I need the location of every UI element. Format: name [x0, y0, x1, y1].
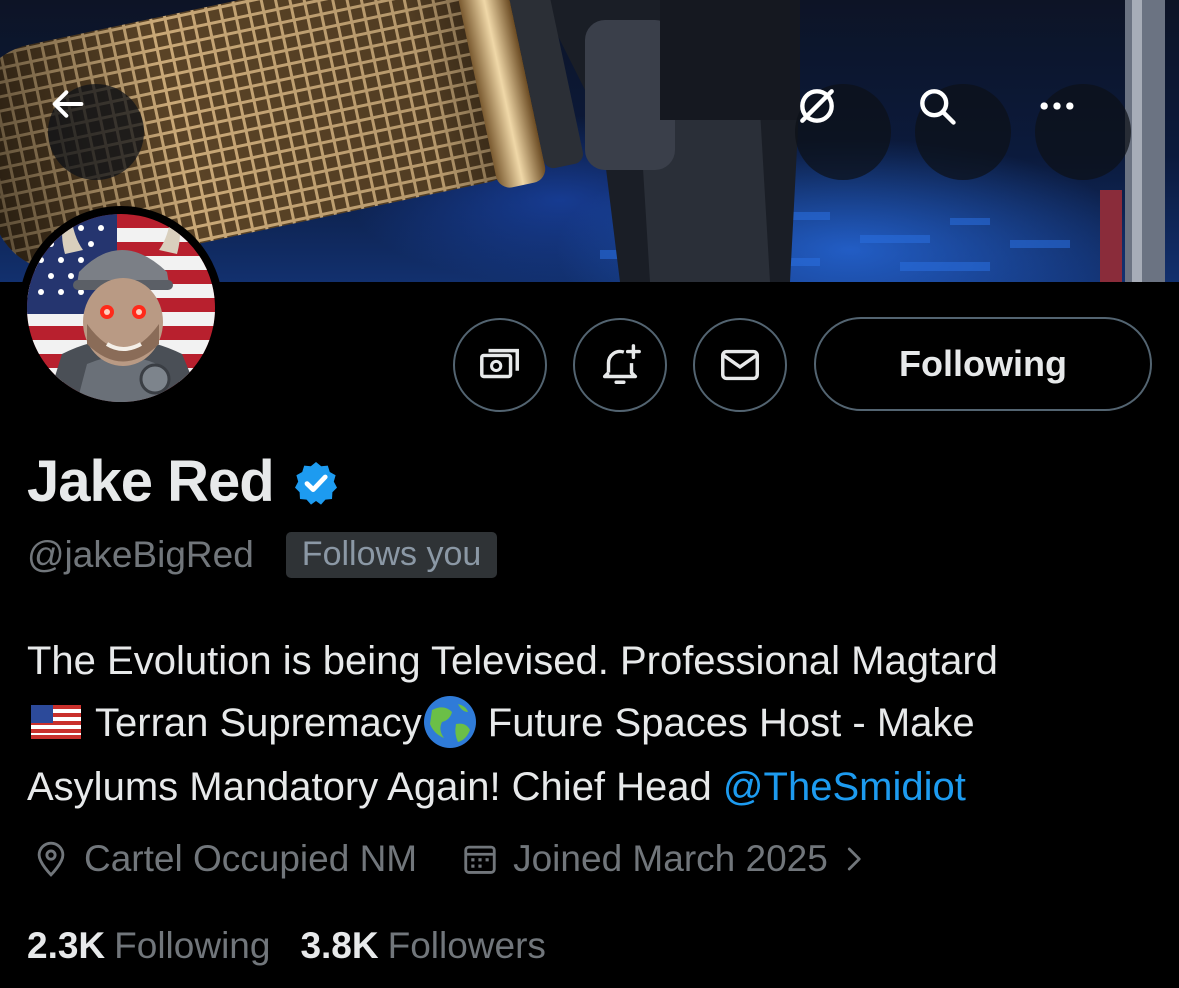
more-button[interactable] — [1035, 84, 1131, 180]
handle-row: @jakeBigRed Follows you — [27, 532, 498, 578]
avatar-image — [27, 214, 215, 402]
joined-item[interactable]: Joined March 2025 — [461, 838, 868, 880]
grok-icon — [800, 89, 834, 123]
name-row: Jake Red — [27, 448, 340, 515]
bio-line-2-part-2: Future Spaces Host - Make — [487, 701, 975, 745]
bio-line-1: The Evolution is being Televised. Profes… — [27, 639, 998, 683]
subscribe-button[interactable] — [453, 318, 547, 412]
followers-count: 3.8K — [300, 925, 379, 966]
notify-button[interactable] — [573, 318, 667, 412]
search-icon — [920, 89, 956, 125]
grok-button[interactable] — [795, 84, 891, 180]
profile-meta: Cartel Occupied NM Joined March 2025 — [32, 838, 868, 880]
message-button[interactable] — [693, 318, 787, 412]
more-horizontal-icon — [1040, 102, 1074, 110]
joined-text: Joined March 2025 — [513, 838, 828, 879]
bio-line-3: Asylums Mandatory Again! Chief Head @The… — [27, 756, 1147, 818]
bell-plus-icon — [602, 344, 641, 384]
following-stat[interactable]: 2.3K Following — [27, 925, 270, 967]
envelope-icon — [721, 349, 759, 381]
chevron-right-icon — [847, 847, 861, 871]
follows-you-badge: Follows you — [285, 532, 498, 578]
back-button[interactable] — [48, 84, 144, 180]
globe-emoji-icon — [423, 696, 476, 749]
avatar[interactable] — [19, 206, 223, 410]
location-item: Cartel Occupied NM — [32, 838, 417, 880]
handle: @jakeBigRed — [27, 534, 254, 575]
location-text: Cartel Occupied NM — [84, 838, 418, 879]
following-count: 2.3K — [27, 925, 106, 966]
calendar-icon — [464, 845, 496, 874]
bio-line-3-part-1: Asylums Mandatory Again! Chief Head — [27, 765, 712, 810]
followers-label: Followers — [387, 925, 546, 966]
verified-badge-icon[interactable] — [292, 459, 340, 507]
location-pin-icon — [37, 841, 65, 877]
mention-link[interactable]: @TheSmidiot — [723, 765, 966, 809]
display-name: Jake Red — [27, 449, 275, 514]
bio-line-2-part-1: Terran Supremacy — [95, 701, 422, 745]
search-button[interactable] — [915, 84, 1011, 180]
following-label: Following — [114, 925, 271, 966]
follow-stats: 2.3K Following 3.8K Followers — [27, 925, 546, 967]
money-icon — [480, 348, 519, 379]
following-button[interactable]: Following — [814, 317, 1152, 411]
us-flag-emoji-icon — [31, 705, 81, 740]
bio-line-2: Terran Supremacy Future Spaces Host - Ma… — [27, 692, 1147, 756]
followers-stat[interactable]: 3.8K Followers — [300, 925, 545, 967]
bio: The Evolution is being Televised. Profes… — [27, 630, 1147, 818]
arrow-left-icon — [52, 90, 84, 118]
